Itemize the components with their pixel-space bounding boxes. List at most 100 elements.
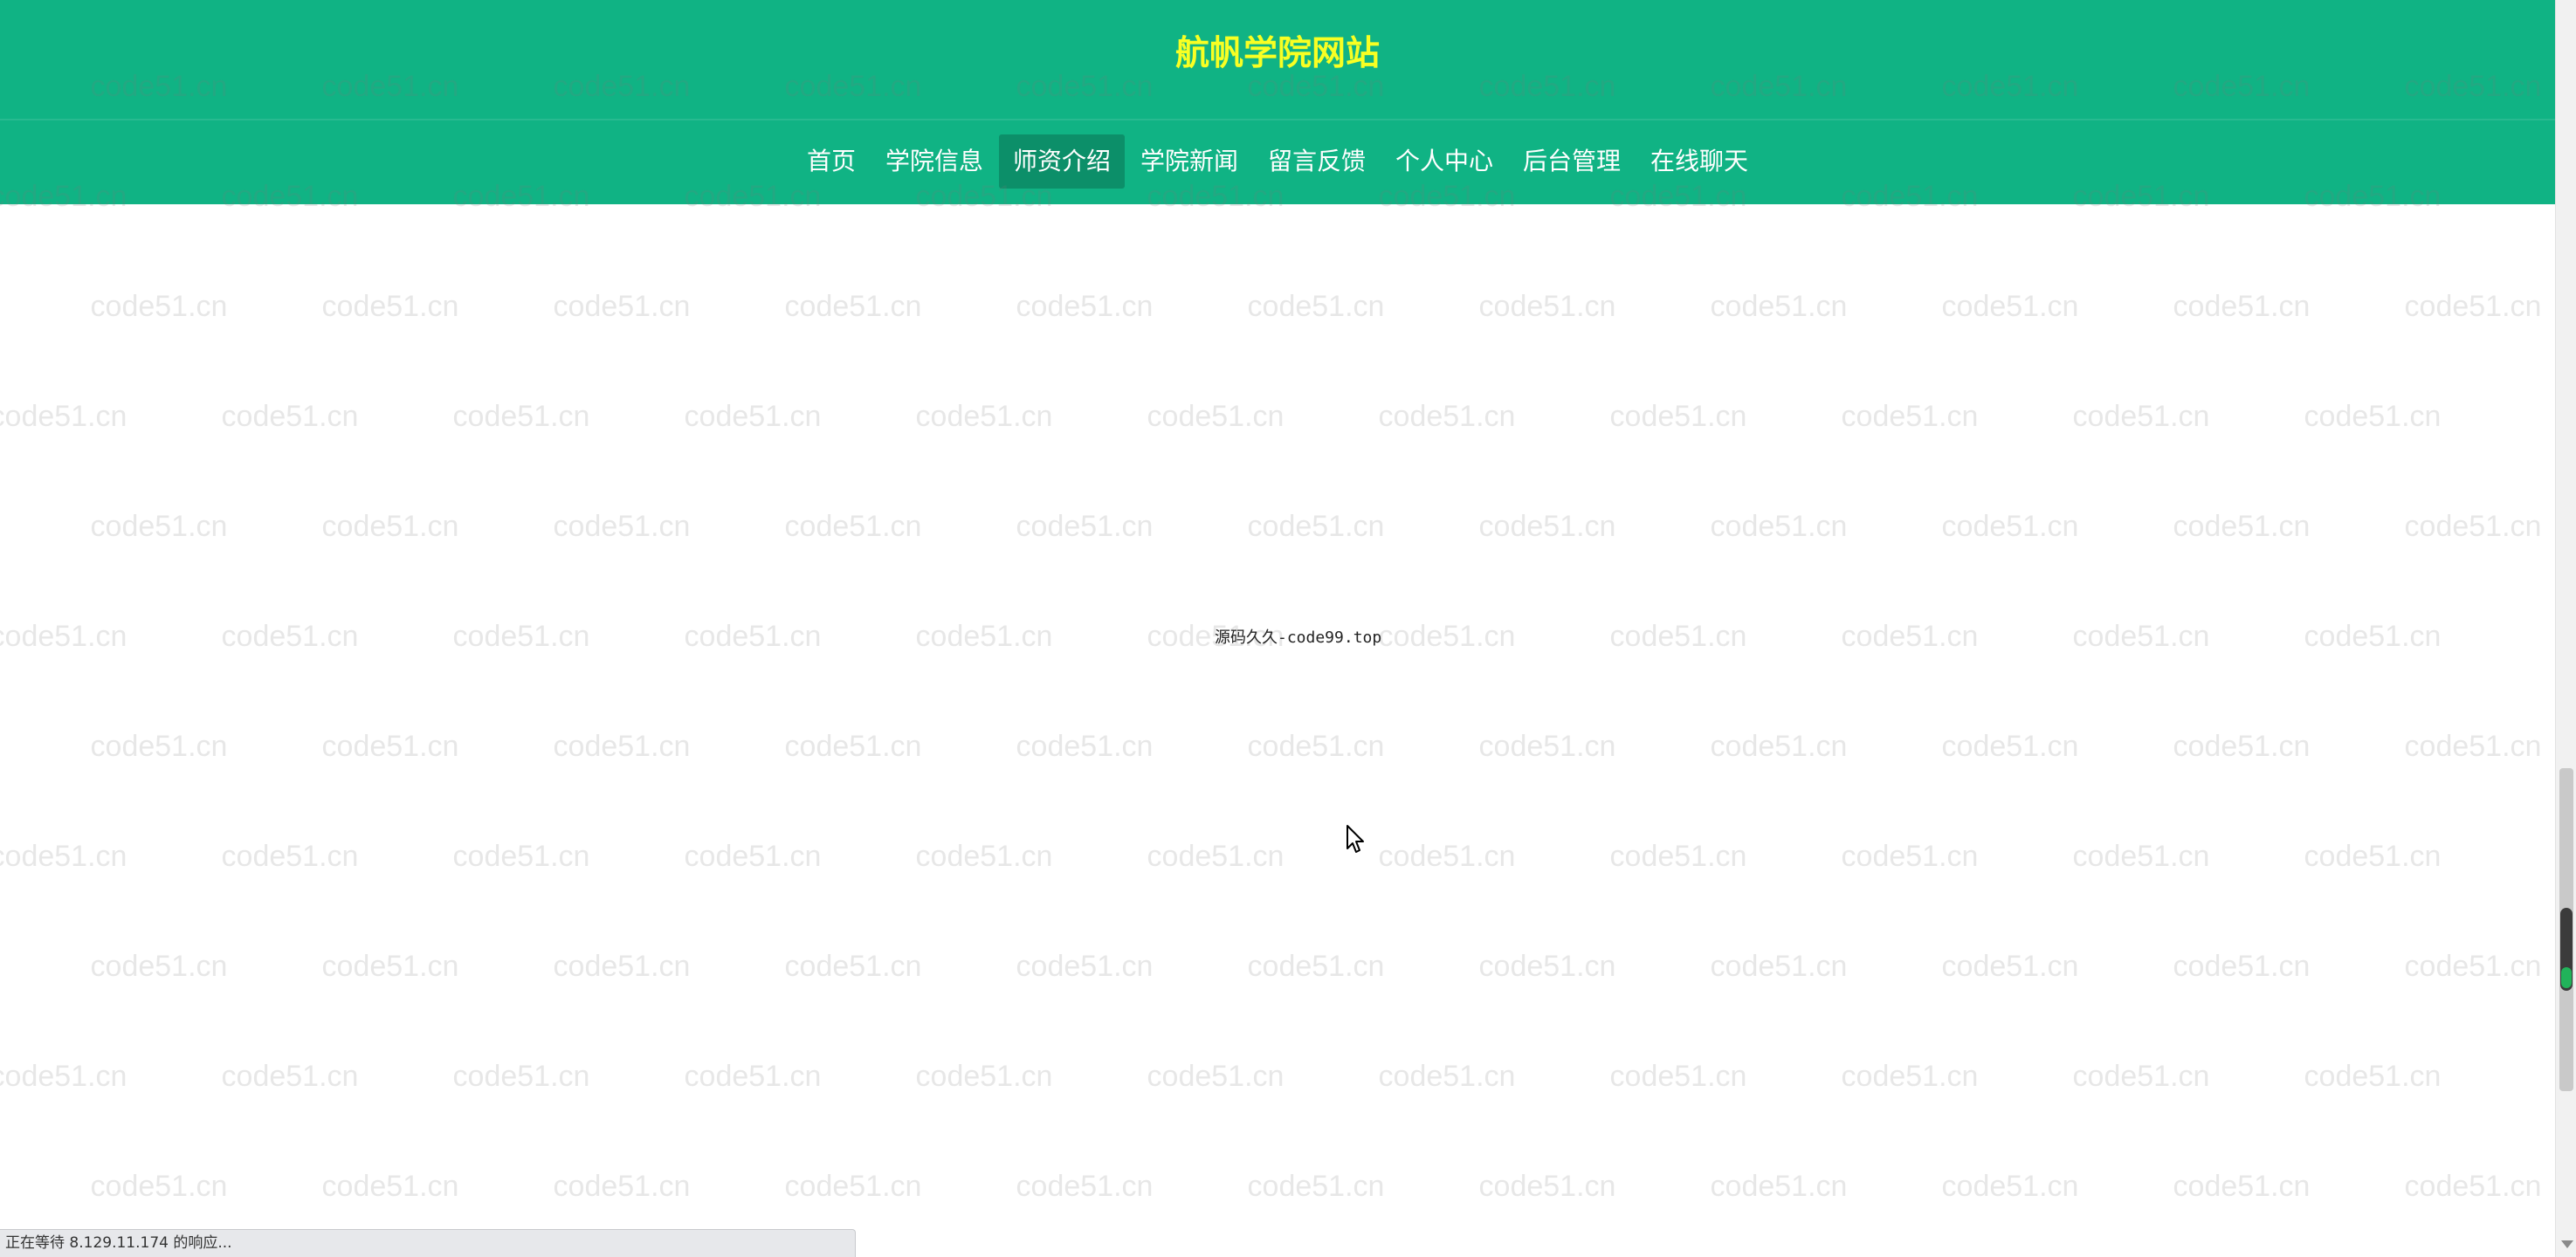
watermark-text: code51.cn <box>553 1170 691 1203</box>
nav-item-faculty[interactable]: 师资介绍 <box>998 134 1125 189</box>
watermark-text: code51.cn <box>684 400 822 433</box>
watermark-text: code51.cn <box>1710 1170 1848 1203</box>
watermark-text: code51.cn <box>1378 1060 1516 1093</box>
watermark-text: code51.cn <box>1478 730 1616 763</box>
watermark-text: code51.cn <box>1147 1060 1285 1093</box>
watermark-text: code51.cn <box>1247 730 1385 763</box>
watermark-text: code51.cn <box>90 510 228 543</box>
watermark-text: code51.cn <box>1710 510 1848 543</box>
watermark-text: code51.cn <box>1378 840 1516 873</box>
watermark-text: code51.cn <box>1147 840 1285 873</box>
header-divider <box>0 119 2555 120</box>
nav-item-admin[interactable]: 后台管理 <box>1509 134 1635 189</box>
watermark-text: code51.cn <box>1941 510 2079 543</box>
watermark-text: code51.cn <box>915 1060 1053 1093</box>
site-title[interactable]: 航帆学院网站 <box>0 26 2555 82</box>
watermark-text: code51.cn <box>2304 400 2442 433</box>
watermark-text: code51.cn <box>553 510 691 543</box>
watermark-text: code51.cn <box>1941 730 2079 763</box>
watermark-text: code51.cn <box>321 1170 459 1203</box>
watermark-text: code51.cn <box>321 730 459 763</box>
watermark-text: code51.cn <box>1941 290 2079 323</box>
mouse-cursor-icon <box>1347 825 1364 853</box>
watermark-text: code51.cn <box>321 290 459 323</box>
watermark-text: code51.cn <box>452 840 590 873</box>
watermark-text: code51.cn <box>1841 1060 1979 1093</box>
watermark-text: code51.cn <box>2072 840 2210 873</box>
watermark-text: code51.cn <box>784 290 922 323</box>
watermark-text: code51.cn <box>1941 950 2079 983</box>
watermark-text: code51.cn <box>90 950 228 983</box>
watermark-text: code51.cn <box>0 620 127 653</box>
watermark-text: code51.cn <box>1016 290 1154 323</box>
watermark-text: code51.cn <box>1478 290 1616 323</box>
watermark-text: code51.cn <box>1016 510 1154 543</box>
watermark-text: code51.cn <box>2304 1060 2442 1093</box>
nav-item-home[interactable]: 首页 <box>793 134 870 189</box>
watermark-text: code51.cn <box>1841 840 1979 873</box>
watermark-text: code51.cn <box>2404 510 2542 543</box>
nav-item-online-chat[interactable]: 在线聊天 <box>1636 134 1762 189</box>
nav-item-news[interactable]: 学院新闻 <box>1126 134 1252 189</box>
watermark-text: code51.cn <box>0 400 127 433</box>
loading-text: 源码久久-code99.top <box>1215 628 1382 647</box>
watermark-text: code51.cn <box>2404 1170 2542 1203</box>
watermark-text: code51.cn <box>2404 730 2542 763</box>
watermark-text: code51.cn <box>90 730 228 763</box>
nav-item-college-info[interactable]: 学院信息 <box>871 134 997 189</box>
watermark-text: code51.cn <box>784 730 922 763</box>
scrollbar-thumb-accent <box>2561 967 2572 988</box>
watermark-text: code51.cn <box>2173 290 2311 323</box>
main-nav: 首页 学院信息 师资介绍 学院新闻 留言反馈 个人中心 后台管理 在线聊天 <box>0 134 2555 189</box>
watermark-text: code51.cn <box>452 1060 590 1093</box>
watermark-text: code51.cn <box>684 620 822 653</box>
watermark-text: code51.cn <box>2173 730 2311 763</box>
watermark-text: code51.cn <box>452 620 590 653</box>
watermark-text: code51.cn <box>553 290 691 323</box>
scroll-down-arrow-icon[interactable] <box>2561 1240 2573 1248</box>
nav-item-personal-center[interactable]: 个人中心 <box>1381 134 1507 189</box>
watermark-text: code51.cn <box>1378 400 1516 433</box>
nav-item-feedback[interactable]: 留言反馈 <box>1254 134 1380 189</box>
watermark-text: code51.cn <box>1016 950 1154 983</box>
watermark-text: code51.cn <box>0 840 127 873</box>
watermark-text: code51.cn <box>221 840 359 873</box>
watermark-text: code51.cn <box>553 950 691 983</box>
watermark-text: code51.cn <box>684 840 822 873</box>
watermark-text: code51.cn <box>915 620 1053 653</box>
watermark-text: code51.cn <box>2072 620 2210 653</box>
watermark-text: code51.cn <box>2173 1170 2311 1203</box>
watermark-text: code51.cn <box>1478 1170 1616 1203</box>
watermark-text: code51.cn <box>1609 840 1747 873</box>
watermark-text: code51.cn <box>90 1170 228 1203</box>
watermark-text: code51.cn <box>1841 620 1979 653</box>
watermark-text: code51.cn <box>1378 620 1516 653</box>
watermark-text: code51.cn <box>0 1060 127 1093</box>
watermark-text: code51.cn <box>1609 400 1747 433</box>
watermark-text: code51.cn <box>1147 400 1285 433</box>
watermark-text: code51.cn <box>2173 950 2311 983</box>
site-header: 航帆学院网站 首页 学院信息 师资介绍 学院新闻 留言反馈 个人中心 后台管理 … <box>0 0 2555 204</box>
watermark-text: code51.cn <box>1710 730 1848 763</box>
watermark-text: code51.cn <box>2072 1060 2210 1093</box>
browser-status-bar: 正在等待 8.129.11.174 的响应... <box>0 1229 856 1257</box>
watermark-text: code51.cn <box>1247 510 1385 543</box>
watermark-text: code51.cn <box>1710 950 1848 983</box>
watermark-text: code51.cn <box>1016 1170 1154 1203</box>
watermark-text: code51.cn <box>221 1060 359 1093</box>
watermark-text: code51.cn <box>1016 730 1154 763</box>
browser-viewport: 航帆学院网站 首页 学院信息 师资介绍 学院新闻 留言反馈 个人中心 后台管理 … <box>0 0 2576 1257</box>
watermark-text: code51.cn <box>2304 620 2442 653</box>
watermark-text: code51.cn <box>784 1170 922 1203</box>
watermark-text: code51.cn <box>221 400 359 433</box>
watermark-text: code51.cn <box>1247 950 1385 983</box>
watermark-text: code51.cn <box>2304 840 2442 873</box>
watermark-text: code51.cn <box>321 510 459 543</box>
page-scrollbar[interactable] <box>2555 0 2576 1257</box>
watermark-text: code51.cn <box>784 510 922 543</box>
watermark-text: code51.cn <box>452 400 590 433</box>
watermark-text: code51.cn <box>1247 290 1385 323</box>
watermark-text: code51.cn <box>221 620 359 653</box>
watermark-text: code51.cn <box>1609 620 1747 653</box>
watermark-text: code51.cn <box>321 950 459 983</box>
